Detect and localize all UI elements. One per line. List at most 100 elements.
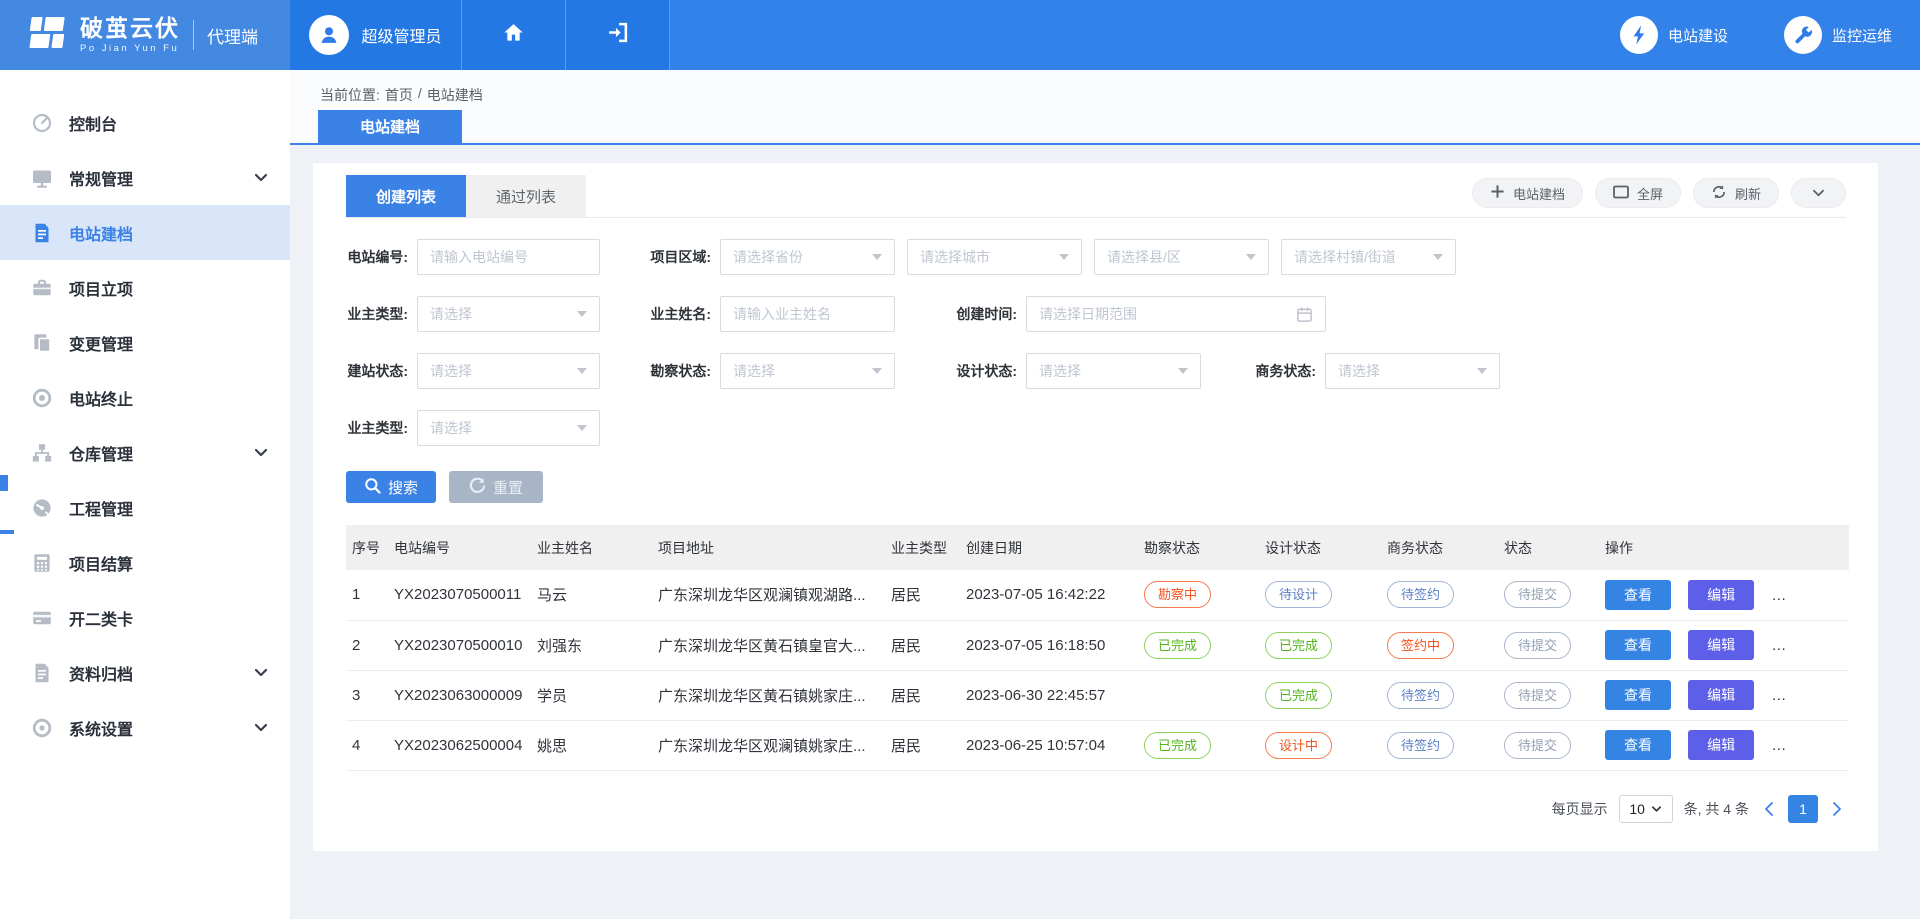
status-badge: 待提交 [1504, 632, 1571, 659]
collapse-button[interactable] [1791, 178, 1846, 208]
cell-no: 3 [346, 670, 388, 720]
col-design: 设计状态 [1259, 525, 1381, 570]
status-badge: 待提交 [1504, 732, 1571, 759]
chevron-down-icon [1812, 186, 1825, 201]
sidebar-item-project-initiation[interactable]: 项目立项 [0, 260, 290, 315]
edit-button[interactable]: 编辑 [1688, 630, 1754, 660]
add-station-label: 电站建档 [1513, 184, 1565, 203]
logout-button[interactable] [566, 0, 670, 70]
survey-status-select[interactable]: 请选择 [720, 353, 895, 389]
owner-type2-select[interactable]: 请选择 [417, 410, 600, 446]
tab-create-list[interactable]: 创建列表 [346, 175, 466, 217]
sidebar-item-system-settings[interactable]: 系统设置 [0, 700, 290, 755]
table-row: 2 YX2023070500010 刘强东 广东深圳龙华区黄石镇皇官大... 居… [346, 620, 1849, 670]
avatar [309, 15, 349, 55]
sidebar-item-label: 项目结算 [69, 551, 133, 575]
province-select[interactable]: 请选择省份 [720, 239, 895, 275]
date-range-input[interactable]: 请选择日期范围 [1026, 296, 1326, 332]
design-status-select[interactable]: 请选择 [1026, 353, 1201, 389]
build-status-select[interactable]: 请选择 [417, 353, 600, 389]
cell-no: 1 [346, 570, 388, 620]
breadcrumb-strip: 当前位置: 首页 / 电站建档 电站建档 [290, 70, 1920, 145]
village-select[interactable]: 请选择村镇/街道 [1281, 239, 1456, 275]
table-row: 1 YX2023070500011 马云 广东深圳龙华区观澜镇观湖路... 居民… [346, 570, 1849, 620]
refresh-button[interactable]: 刷新 [1693, 178, 1779, 208]
sidebar-item-general-mgmt[interactable]: 常规管理 [0, 150, 290, 205]
fullscreen-button[interactable]: 全屏 [1595, 178, 1681, 208]
void-button[interactable]: 作废 [1771, 630, 1837, 660]
view-button[interactable]: 查看 [1605, 680, 1671, 710]
add-station-button[interactable]: 电站建档 [1472, 178, 1583, 208]
brand-title: 破茧云伏 [80, 16, 180, 40]
briefcase-icon [30, 276, 54, 300]
edit-button[interactable]: 编辑 [1688, 680, 1754, 710]
prev-page-button[interactable] [1760, 801, 1777, 817]
view-button[interactable]: 查看 [1605, 630, 1671, 660]
cell-no: 4 [346, 720, 388, 770]
sidebar-item-archive[interactable]: 资料归档 [0, 645, 290, 700]
col-survey: 勘察状态 [1138, 525, 1259, 570]
list-tabs: 创建列表 通过列表 电站建档 全屏 刷新 [346, 175, 1846, 218]
region-label: 项目区域: [600, 247, 711, 267]
search-button[interactable]: 搜索 [346, 471, 436, 503]
void-button[interactable]: 作废 [1771, 580, 1837, 610]
nav-monitor-ops[interactable]: 监控运维 [1784, 16, 1892, 54]
cell-owner: 马云 [531, 570, 652, 620]
breadcrumb-home-link[interactable]: 首页 [385, 85, 413, 105]
edit-button[interactable]: 编辑 [1688, 730, 1754, 760]
sidebar-item-engineering-mgmt[interactable]: 工程管理 [0, 480, 290, 535]
survey-status-badge: 勘察中 [1144, 581, 1211, 608]
void-button[interactable]: 作废 [1771, 680, 1837, 710]
station-no-input[interactable] [417, 239, 600, 275]
nav-station-build-label: 电站建设 [1668, 25, 1728, 46]
nav-station-build[interactable]: 电站建设 [1620, 16, 1728, 54]
sidebar-item-label: 变更管理 [69, 331, 133, 355]
per-page-select[interactable]: 10 [1619, 795, 1673, 823]
county-select[interactable]: 请选择县/区 [1094, 239, 1269, 275]
view-button[interactable]: 查看 [1605, 580, 1671, 610]
page-number-button[interactable]: 1 [1788, 795, 1818, 823]
col-created: 创建日期 [960, 525, 1138, 570]
plus-icon [1490, 184, 1505, 202]
sidebar-item-project-settlement[interactable]: 项目结算 [0, 535, 290, 590]
document-icon [30, 221, 54, 245]
sidebar-item-label: 系统设置 [69, 716, 133, 740]
cell-station-id: YX2023070500010 [388, 620, 531, 670]
city-select[interactable]: 请选择城市 [907, 239, 1082, 275]
user-menu[interactable]: 超级管理员 [290, 0, 462, 70]
filter-form: 电站编号: 项目区域: 请选择省份 请选择城市 请选择县/区 请选择村镇/街道 … [346, 239, 1846, 446]
void-button[interactable]: 作废 [1771, 730, 1837, 760]
sidebar-item-change-mgmt[interactable]: 变更管理 [0, 315, 290, 370]
reset-button[interactable]: 重置 [449, 471, 543, 503]
sidebar-item-station-filing[interactable]: 电站建档 [0, 205, 290, 260]
fullscreen-label: 全屏 [1637, 184, 1663, 203]
cell-station-id: YX2023063000009 [388, 670, 531, 720]
edit-button[interactable]: 编辑 [1688, 580, 1754, 610]
sidebar-item-station-termination[interactable]: 电站终止 [0, 370, 290, 425]
owner-type-select[interactable]: 请选择 [417, 296, 600, 332]
view-button[interactable]: 查看 [1605, 730, 1671, 760]
gear-icon [30, 716, 54, 740]
business-status-label: 商务状态: [1201, 361, 1316, 381]
owner-name-input[interactable] [720, 296, 895, 332]
tab-passed-list[interactable]: 通过列表 [466, 175, 586, 217]
build-status-label: 建站状态: [346, 361, 408, 381]
business-status-select[interactable]: 请选择 [1325, 353, 1500, 389]
sidebar-item-label: 工程管理 [69, 496, 133, 520]
table-row: 3 YX2023063000009 学员 广东深圳龙华区黄石镇姚家庄... 居民… [346, 670, 1849, 720]
page-tab-station-filing[interactable]: 电站建档 [318, 110, 462, 143]
sidebar-item-dashboard[interactable]: 控制台 [0, 95, 290, 150]
owner-name-label: 业主姓名: [600, 304, 711, 324]
topbar: 破茧云伏 Po Jian Yun Fu 代理端 超级管理员 电站建设 [0, 0, 1920, 70]
calendar-icon [1296, 306, 1313, 323]
col-station-id: 电站编号 [388, 525, 531, 570]
home-button[interactable] [462, 0, 566, 70]
col-actions: 操作 [1599, 525, 1849, 570]
next-page-button[interactable] [1829, 801, 1846, 817]
sidebar-item-warehouse-mgmt[interactable]: 仓库管理 [0, 425, 290, 480]
breadcrumb: 当前位置: 首页 / 电站建档 [320, 85, 483, 105]
sidebar-item-second-card[interactable]: 开二类卡 [0, 590, 290, 645]
search-label: 搜索 [388, 477, 418, 498]
circle-dot-icon [30, 386, 54, 410]
cell-created: 2023-06-30 22:45:57 [960, 670, 1138, 720]
